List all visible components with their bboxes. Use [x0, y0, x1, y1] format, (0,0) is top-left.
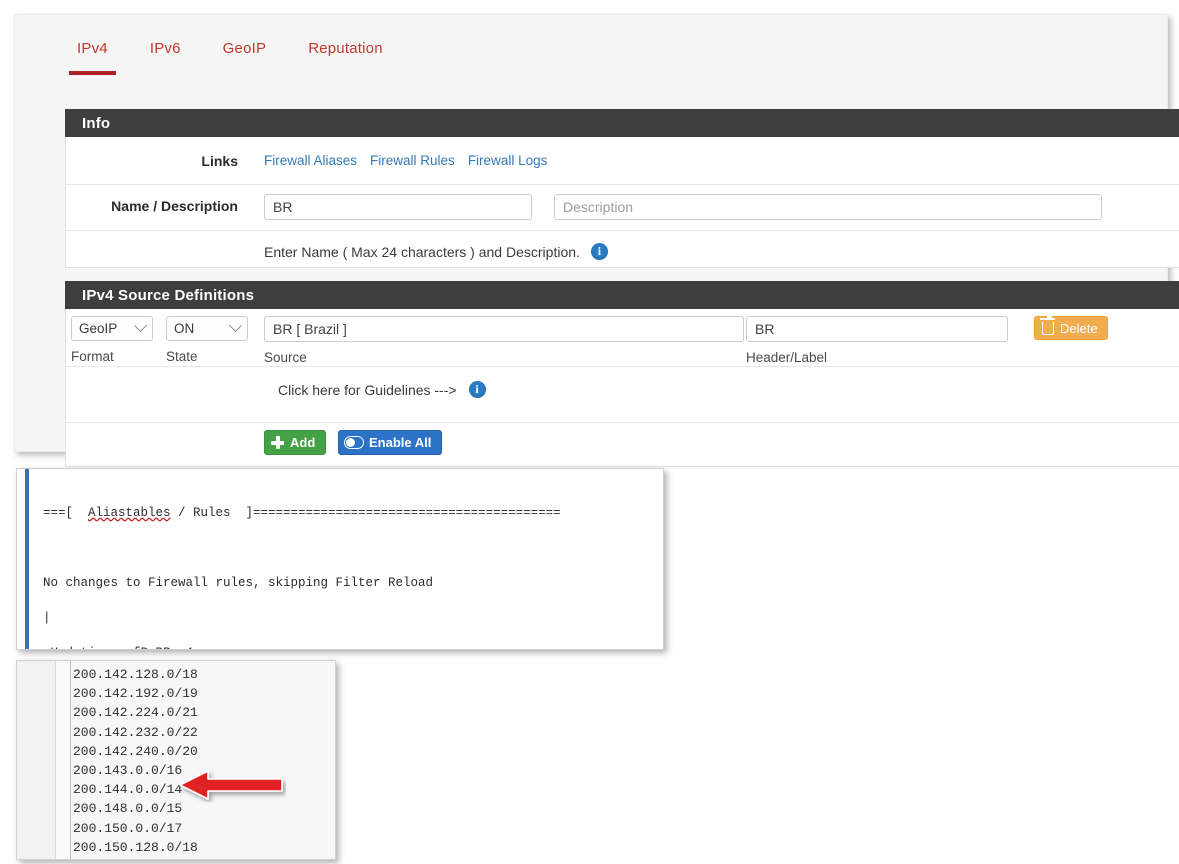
- chevron-down-icon: [134, 319, 147, 333]
- ip-list-gutter-inner: [56, 661, 71, 859]
- ip-list-item: 200.148.0.0/15: [73, 801, 183, 817]
- enable-all-button[interactable]: Enable All: [338, 430, 443, 455]
- links-row: Links Firewall Aliases Firewall Rules Fi…: [66, 137, 1179, 185]
- console-output-text: ===[ Aliastables / Rules ]==============…: [43, 487, 657, 650]
- tab-ipv6-label: IPv6: [149, 40, 181, 57]
- state-sublabel: State: [166, 349, 198, 364]
- console-header-word: Aliastables: [88, 505, 171, 520]
- name-description-row: Name / Description: [66, 185, 1179, 231]
- ip-list-item: 200.142.192.0/19: [73, 686, 198, 702]
- console-output-panel: ===[ Aliastables / Rules ]==============…: [16, 468, 664, 650]
- name-helper-text: Enter Name ( Max 24 characters ) and Des…: [264, 243, 580, 260]
- ip-list-item: 200.150.128.0/18: [73, 839, 198, 855]
- console-updating-prefix: Updating:: [43, 646, 126, 650]
- guidelines-info-icon[interactable]: i: [468, 381, 486, 398]
- format-select[interactable]: GeoIP: [71, 316, 153, 341]
- console-line-caret: |: [43, 610, 51, 625]
- plus-icon: [271, 436, 284, 449]
- screenshot-root: IPv4 IPv6 GeoIP Reputation Info Links Fi…: [0, 0, 1179, 864]
- console-header-rule: ========================================…: [253, 505, 561, 520]
- name-helper-row: Enter Name ( Max 24 characters ) and Des…: [66, 231, 1179, 267]
- link-firewall-logs[interactable]: Firewall Logs: [468, 153, 548, 168]
- header-label-input[interactable]: [746, 316, 1008, 342]
- guidelines-row: Click here for Guidelines ---> i: [66, 367, 1179, 423]
- ip-list-item: 200.150.0.0/17: [73, 820, 183, 836]
- tab-ipv4[interactable]: IPv4: [67, 39, 118, 75]
- console-updating-target: pfB_BR_v4: [126, 646, 194, 650]
- ip-list-gutter: [17, 661, 56, 859]
- ip-list-item-highlighted: 200.144.0.0/14: [73, 782, 183, 798]
- console-line-header: ===[ Aliastables / Rules ]==============…: [43, 505, 657, 523]
- source-input[interactable]: [264, 316, 744, 342]
- ip-list-item: 200.142.232.0/22: [73, 724, 198, 740]
- info-section-title: Info: [82, 114, 111, 132]
- enable-all-button-label: Enable All: [369, 435, 432, 450]
- description-input[interactable]: [554, 194, 1102, 220]
- source-sublabel: Source: [264, 350, 307, 365]
- ip-list-item: 200.142.240.0/20: [73, 743, 198, 759]
- toggle-icon: [344, 436, 364, 449]
- tab-ipv6[interactable]: IPv6: [140, 39, 191, 59]
- console-header-prefix: ===[: [43, 505, 89, 520]
- delete-button-label: Delete: [1060, 320, 1098, 336]
- tab-ipv4-label: IPv4: [77, 40, 108, 57]
- tab-geoip-label: GeoIP: [222, 40, 267, 57]
- console-line-updating: Updating: pfB_BR_v4: [43, 645, 657, 650]
- source-definitions-title: IPv4 Source Definitions: [82, 286, 255, 304]
- guidelines-text: Click here for Guidelines --->: [278, 381, 457, 398]
- ip-list-item: 200.143.0.0/16: [73, 763, 183, 779]
- format-sublabel: Format: [71, 349, 114, 364]
- console-line-no-changes: No changes to Firewall rules, skipping F…: [43, 575, 434, 590]
- link-firewall-rules[interactable]: Firewall Rules: [370, 153, 455, 168]
- add-button-label: Add: [290, 435, 316, 450]
- console-accent-bar: [25, 469, 29, 649]
- name-helper-text-wrap: Enter Name ( Max 24 characters ) and Des…: [264, 243, 608, 260]
- format-select-value: GeoIP: [79, 321, 118, 336]
- trash-icon: [1040, 316, 1056, 335]
- state-field: ON State: [166, 316, 248, 364]
- source-field: Source: [264, 316, 744, 365]
- info-section-header: Info: [65, 109, 1179, 137]
- name-input[interactable]: [264, 194, 532, 220]
- add-button[interactable]: Add: [264, 430, 327, 455]
- name-description-label: Name / Description: [111, 198, 238, 214]
- ip-list-panel: 200.142.128.0/18 200.142.192.0/19 200.14…: [16, 660, 336, 860]
- info-section-card: Links Firewall Aliases Firewall Rules Fi…: [65, 137, 1179, 268]
- header-label-field: Header/Label: [746, 316, 1008, 365]
- state-select[interactable]: ON: [166, 316, 248, 341]
- chevron-down-icon: [229, 319, 242, 333]
- source-definitions-header: IPv4 Source Definitions: [65, 281, 1179, 309]
- state-select-value: ON: [174, 321, 195, 336]
- console-line-blank-1: [43, 540, 657, 558]
- tab-reputation-label: Reputation: [308, 40, 383, 57]
- console-header-mid: / Rules ]: [170, 505, 254, 520]
- ip-list-item: 200.142.224.0/21: [73, 705, 198, 721]
- source-definition-row: GeoIP Format ON State Source: [66, 309, 1179, 367]
- tab-geoip[interactable]: GeoIP: [213, 39, 277, 59]
- tab-reputation[interactable]: Reputation: [298, 39, 393, 59]
- links-group: Firewall Aliases Firewall Rules Firewall…: [264, 153, 547, 168]
- tab-bar: IPv4 IPv6 GeoIP Reputation: [15, 15, 1167, 85]
- delete-button[interactable]: Delete: [1034, 316, 1108, 340]
- link-firewall-aliases[interactable]: Firewall Aliases: [264, 153, 357, 168]
- links-row-label: Links: [201, 153, 238, 169]
- ip-list-lines: 200.142.128.0/18 200.142.192.0/19 200.14…: [73, 665, 335, 857]
- header-label-sublabel: Header/Label: [746, 350, 828, 365]
- guidelines-text-wrap: Click here for Guidelines ---> i: [278, 381, 486, 398]
- info-icon[interactable]: i: [590, 243, 608, 260]
- format-field: GeoIP Format: [71, 316, 153, 364]
- actions-row: Add Enable All: [66, 423, 1179, 467]
- ip-list-item: 200.142.128.0/18: [73, 667, 198, 682]
- pfblockerng-form-panel: IPv4 IPv6 GeoIP Reputation Info Links Fi…: [14, 14, 1179, 467]
- source-definitions-card: GeoIP Format ON State Source: [65, 309, 1179, 467]
